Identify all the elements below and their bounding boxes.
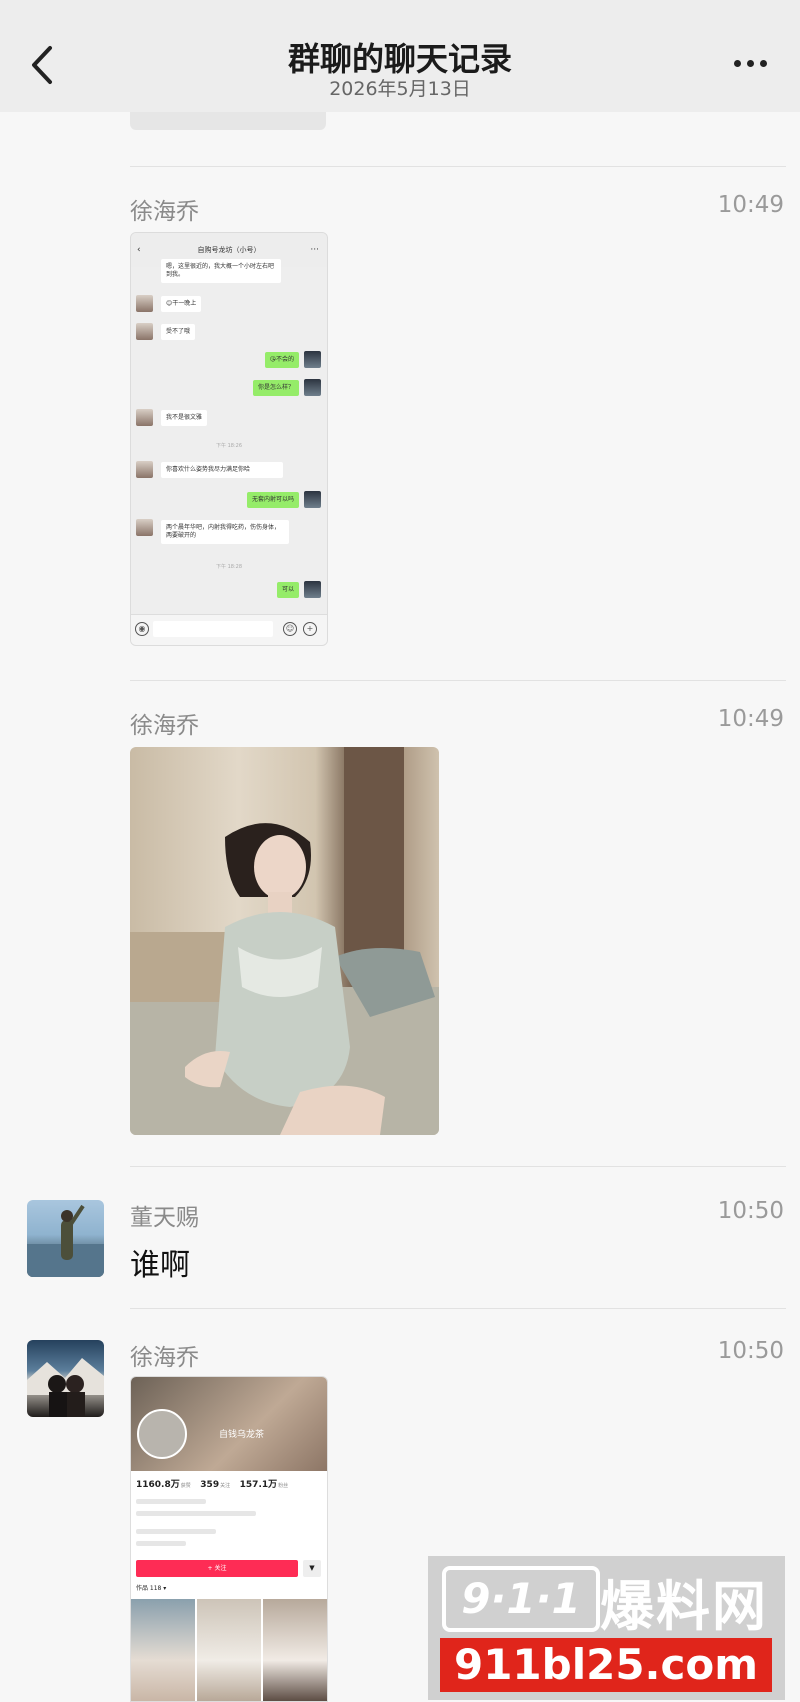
- profile-bio-line: [136, 1511, 256, 1516]
- photo-illustration: [130, 747, 439, 1135]
- inner-timestamp: 下午 18:28: [216, 564, 242, 570]
- stat-label: 关注: [220, 1483, 231, 1489]
- profile-stats: 1160.8万获赞 359关注 157.1万粉丝: [136, 1477, 295, 1490]
- message-separator: [130, 680, 786, 681]
- inner-message: 😊干一晚上: [161, 296, 202, 312]
- watermark-name: 爆料网: [600, 1575, 768, 1638]
- inner-message: 你喜欢什么姿势我尽力满足你哈: [161, 462, 283, 478]
- inner-avatar: [304, 351, 321, 368]
- inner-avatar: [304, 491, 321, 508]
- message-time: 10:50: [717, 1338, 784, 1364]
- sender-avatar[interactable]: [27, 1200, 104, 1277]
- profile-screenshot-image[interactable]: 自钱乌龙茶 1160.8万获赞 359关注 157.1万粉丝 + 关注 ▼ 作品…: [130, 1376, 328, 1702]
- inner-input-bar: ◉ ☺ +: [131, 614, 327, 645]
- stat-value: 1160.8万: [136, 1480, 180, 1490]
- inner-back-icon: ‹: [137, 245, 141, 255]
- inner-plus-icon: +: [303, 622, 317, 636]
- avatar-illustration: [27, 1204, 104, 1277]
- stat-value: 157.1万: [239, 1480, 278, 1490]
- stat-label: 获赞: [180, 1483, 191, 1489]
- inner-message: 我不是很文雅: [161, 410, 208, 426]
- video-thumbnail: [197, 1599, 261, 1701]
- dropdown-icon: ▼: [303, 1560, 321, 1577]
- message-separator: [130, 1166, 786, 1167]
- inner-avatar: [304, 379, 321, 396]
- profile-group-line: [136, 1529, 216, 1534]
- inner-message: 无套内射可以吗: [246, 492, 299, 508]
- inner-message: 可以: [276, 582, 299, 598]
- watermark-logo: 9·1·1: [442, 1566, 600, 1632]
- message-time: 10:49: [717, 706, 784, 732]
- message-separator: [130, 166, 786, 167]
- message-text[interactable]: 谁啊: [130, 1240, 190, 1284]
- inner-chat-title: 自购号龙坊（小号）: [197, 246, 261, 254]
- inner-message: 受不了哦: [161, 324, 196, 340]
- page-subtitle-date: 2026年5月13日: [329, 78, 471, 100]
- inner-avatar: [136, 323, 153, 340]
- video-thumbnail: [263, 1599, 327, 1701]
- sender-name: 徐海乔: [130, 713, 199, 739]
- stat-value: 359: [200, 1480, 220, 1490]
- video-thumbnail: [131, 1599, 195, 1701]
- message-separator: [130, 1308, 786, 1309]
- sender-name: 徐海乔: [130, 199, 199, 225]
- message-time: 10:49: [717, 192, 784, 218]
- chat-screenshot-image[interactable]: ‹ 自购号龙坊（小号） ··· 嗯，这里很近的，我大概一个小时左右吧到我。 😊干…: [130, 232, 328, 646]
- inner-message: 😘不会的: [264, 352, 299, 368]
- inner-avatar: [136, 295, 153, 312]
- inner-input-field: [153, 621, 273, 637]
- inner-more-icon: ···: [310, 245, 319, 255]
- header: 群聊的聊天记录 2026年5月13日: [0, 0, 800, 112]
- stat-label: 粉丝: [278, 1483, 289, 1489]
- profile-group-line: [136, 1541, 186, 1546]
- inner-avatar: [304, 581, 321, 598]
- message-time: 10:50: [717, 1198, 784, 1224]
- inner-avatar: [136, 461, 153, 478]
- profile-avatar: [137, 1409, 187, 1459]
- watermark-url: 911bl25.com: [440, 1638, 772, 1692]
- inner-message: 你是怎么样？: [252, 380, 299, 396]
- inner-avatar: [136, 519, 153, 536]
- profile-nickname: 自钱乌龙茶: [219, 1430, 265, 1440]
- avatar-illustration: [27, 1358, 104, 1417]
- inner-voice-icon: ◉: [135, 622, 149, 636]
- sender-avatar[interactable]: [27, 1340, 104, 1417]
- watermark: 9·1·1 爆料网 911bl25.com: [428, 1556, 785, 1700]
- more-options-icon[interactable]: [734, 52, 780, 72]
- inner-emoji-icon: ☺: [283, 622, 297, 636]
- works-tab: 作品 118 ▾: [136, 1585, 167, 1592]
- profile-bio-line: [136, 1499, 206, 1504]
- inner-message: 两个晨年华吧，内射我得吃药，伤伤身体，两要破开的: [161, 520, 289, 544]
- inner-message: 嗯，这里很近的，我大概一个小时左右吧到我。: [161, 259, 281, 283]
- follow-button: + 关注: [136, 1560, 298, 1577]
- inner-timestamp: 下午 18:26: [216, 443, 242, 449]
- sender-name: 徐海乔: [130, 1345, 199, 1371]
- sender-name: 董天赐: [130, 1205, 199, 1231]
- video-grid: [131, 1599, 327, 1701]
- inner-avatar: [136, 409, 153, 426]
- photo-image[interactable]: [130, 747, 439, 1135]
- previous-message-bubble: [130, 112, 326, 130]
